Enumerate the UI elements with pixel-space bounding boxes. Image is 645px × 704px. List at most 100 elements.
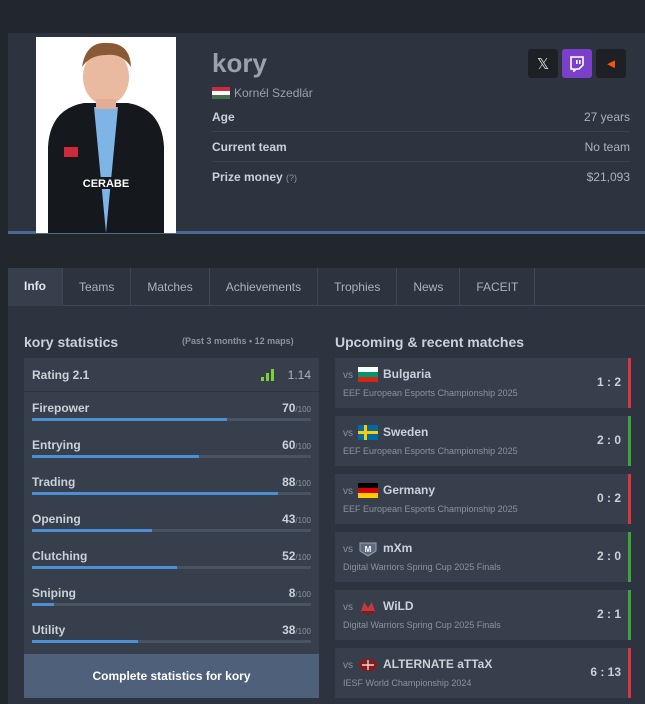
player-profile-card: CERABE kory Kornél Szedlár 𝕏 ◄ Age 27 ye… xyxy=(8,33,645,234)
result-indicator xyxy=(628,416,631,466)
rating-label: Rating 2.1 xyxy=(32,367,90,382)
hungary-flag-icon xyxy=(212,87,230,99)
stat-label: Entrying xyxy=(32,438,81,452)
match-card[interactable]: vs Germany EEF European Esports Championsh… xyxy=(335,474,631,524)
stat-bar-track xyxy=(32,492,311,495)
match-score: 2 : 1 xyxy=(596,607,621,621)
team-value: No team xyxy=(584,139,630,154)
opponent-name[interactable]: Bulgaria xyxy=(383,367,431,381)
event-name[interactable]: EEF European Esports Championship 2025 xyxy=(343,388,518,398)
opponent-name[interactable]: Germany xyxy=(383,483,435,497)
stat-bar-track xyxy=(32,455,311,458)
stat-value: 60/100 xyxy=(282,438,311,452)
x-icon[interactable]: 𝕏 xyxy=(528,49,558,78)
match-card[interactable]: vs ALTERNATE aTTaX IESF World Championship… xyxy=(335,648,631,698)
bulgaria-flag-icon xyxy=(358,367,378,382)
opponent-name[interactable]: Sweden xyxy=(383,425,428,439)
result-indicator xyxy=(628,590,631,640)
twitch-icon[interactable] xyxy=(562,49,592,78)
match-card[interactable]: vs WiLD Digital Warriors Spring Cup 2025 F… xyxy=(335,590,631,640)
event-name[interactable]: EEF European Esports Championship 2025 xyxy=(343,504,518,514)
match-score: 2 : 0 xyxy=(596,433,621,447)
faceit-icon[interactable]: ◄ xyxy=(596,49,626,78)
age-value: 27 years xyxy=(583,109,630,124)
tab-achievements[interactable]: Achievements xyxy=(210,268,319,306)
stat-value: 88/100 xyxy=(282,475,311,489)
prize-label-text: Prize money xyxy=(212,170,283,184)
stat-row-sniping: Sniping 8/100 xyxy=(24,577,319,614)
stat-bar-fill xyxy=(32,492,278,495)
result-indicator xyxy=(628,358,631,408)
match-card[interactable]: vs MmXm Digital Warriors Spring Cup 2025 F… xyxy=(335,532,631,582)
stat-row-opening: Opening 43/100 xyxy=(24,503,319,540)
prize-value: $21,093 xyxy=(586,170,630,184)
player-real-name-row: Kornél Szedlár xyxy=(212,86,313,100)
match-score: 2 : 0 xyxy=(596,549,621,563)
stat-row-clutching: Clutching 52/100 xyxy=(24,540,319,577)
stat-value: 52/100 xyxy=(282,549,311,563)
opponent-name[interactable]: ALTERNATE aTTaX xyxy=(383,657,492,671)
result-indicator xyxy=(628,532,631,582)
rating-right: 1.14 xyxy=(260,367,311,382)
mxm-logo-icon: M xyxy=(358,541,378,557)
player-real-name: Kornél Szedlár xyxy=(234,86,313,100)
match-score: 0 : 2 xyxy=(596,491,621,505)
event-name[interactable]: EEF European Esports Championship 2025 xyxy=(343,446,518,456)
stat-row-utility: Utility 38/100 xyxy=(24,614,319,651)
prize-label: Prize money (?) xyxy=(212,170,297,184)
stat-row-entrying: Entrying 60/100 xyxy=(24,429,319,466)
stat-label: Opening xyxy=(32,512,81,526)
tab-news[interactable]: News xyxy=(397,268,461,306)
result-indicator xyxy=(628,474,631,524)
stat-value: 38/100 xyxy=(282,623,311,637)
tab-info[interactable]: Info xyxy=(8,268,63,306)
stat-bar-track xyxy=(32,640,311,643)
stat-value: 8/100 xyxy=(288,586,311,600)
stat-bar-track xyxy=(32,529,311,532)
svg-text:CERABE: CERABE xyxy=(83,178,129,190)
stat-label: Clutching xyxy=(32,549,88,563)
stat-bar-fill xyxy=(32,529,152,532)
tab-trophies[interactable]: Trophies xyxy=(318,268,398,306)
vs-label: vs xyxy=(343,602,353,613)
stat-bar-fill xyxy=(32,566,178,569)
stat-bar-fill xyxy=(32,640,139,643)
tab-faceit[interactable]: FACEIT xyxy=(460,268,536,306)
opponent-name[interactable]: mXm xyxy=(383,541,412,555)
germany-flag-icon xyxy=(358,483,378,498)
stat-bar-fill xyxy=(32,455,200,458)
tab-matches[interactable]: Matches xyxy=(131,268,210,306)
age-label: Age xyxy=(212,109,235,124)
match-card[interactable]: vs Sweden EEF European Esports Championshi… xyxy=(335,416,631,466)
rating-row: Rating 2.1 1.14 xyxy=(24,358,319,392)
stat-label: Firepower xyxy=(32,401,90,415)
stat-bar-fill xyxy=(32,418,228,421)
stat-label: Trading xyxy=(32,475,76,489)
prize-help-hint[interactable]: (?) xyxy=(286,173,297,183)
opponent-name[interactable]: WiLD xyxy=(383,599,414,613)
attax-logo-icon xyxy=(358,657,378,672)
stats-box: Rating 2.1 1.14 Firepower 70/100 Entrying 6… xyxy=(24,358,319,654)
wild-logo-icon xyxy=(358,599,378,614)
complete-stats-button[interactable]: Complete statistics for kory xyxy=(24,654,319,698)
tab-teams[interactable]: Teams xyxy=(63,268,132,306)
stats-period: (Past 3 months • 12 maps) xyxy=(182,336,294,346)
social-links: 𝕏 ◄ xyxy=(528,49,626,78)
tab-bar: Info Teams Matches Achievements Trophies… xyxy=(8,268,645,306)
vs-label: vs xyxy=(343,486,353,497)
vs-label: vs xyxy=(343,370,353,381)
info-row-team: Current team No team xyxy=(212,132,630,162)
match-card[interactable]: vs Bulgaria EEF European Esports Champions… xyxy=(335,358,631,408)
info-row-age: Age 27 years xyxy=(212,102,630,132)
rating-value: 1.14 xyxy=(287,367,311,382)
match-score: 1 : 2 xyxy=(596,375,621,389)
sweden-flag-icon xyxy=(358,425,378,440)
event-name[interactable]: Digital Warriors Spring Cup 2025 Finals xyxy=(343,562,501,572)
vs-label: vs xyxy=(343,544,353,555)
rating-bars-icon xyxy=(260,368,274,381)
event-name[interactable]: Digital Warriors Spring Cup 2025 Finals xyxy=(343,620,501,630)
matches-title: Upcoming & recent matches xyxy=(335,334,525,350)
stat-bar-track xyxy=(32,603,311,606)
event-name[interactable]: IESF World Championship 2024 xyxy=(343,678,471,688)
vs-label: vs xyxy=(343,428,353,439)
